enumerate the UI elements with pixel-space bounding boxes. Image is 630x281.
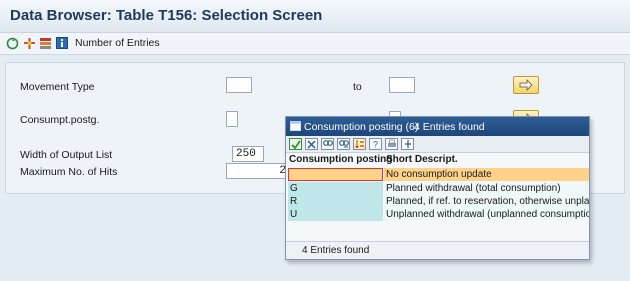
value-help-popup: Consumption posting (6) 4 Entries found …	[285, 116, 590, 260]
application-toolbar: Number of Entries	[0, 33, 630, 55]
window-icon	[290, 121, 301, 134]
width-of-output-list-label: Width of Output List	[20, 149, 113, 161]
number-of-entries-button[interactable]: Number of Entries	[75, 37, 160, 49]
selection-options-icon[interactable]	[39, 36, 52, 50]
code-cell	[288, 168, 383, 181]
find-next-icon[interactable]	[337, 138, 350, 150]
column-header-short-descript[interactable]: Short Descript.	[386, 154, 458, 167]
popup-entries-found: 4 Entries found	[414, 121, 485, 133]
description-cell: Planned withdrawal (total consumption)	[384, 182, 589, 195]
column-header-consumption-posting[interactable]: Consumption posting	[289, 154, 392, 167]
maximum-no-of-hits-label: Maximum No. of Hits	[20, 166, 118, 178]
arrow-right-icon	[519, 79, 533, 91]
description-cell: Unplanned withdrawal (unplanned consumpt…	[384, 208, 589, 221]
print-icon[interactable]	[385, 138, 398, 150]
popup-toolbar: ?	[286, 136, 589, 153]
svg-text:?: ?	[373, 140, 378, 150]
to-label: to	[353, 81, 362, 93]
help-icon[interactable]: ?	[369, 138, 382, 150]
find-icon[interactable]	[321, 138, 334, 150]
code-cell: U	[288, 208, 383, 221]
code-cell: G	[288, 182, 383, 195]
page-title: Data Browser: Table T156: Selection Scre…	[10, 7, 323, 24]
table-row[interactable]: R Planned, if ref. to reservation, other…	[288, 195, 589, 208]
consumpt-postg-input[interactable]	[226, 111, 238, 127]
tree-icon[interactable]	[401, 138, 414, 150]
popup-title-bar[interactable]: Consumption posting (6) 4 Entries found	[286, 117, 589, 136]
info-icon[interactable]	[55, 36, 68, 50]
movement-type-to-input[interactable]	[389, 77, 415, 93]
movement-type-from-input[interactable]	[226, 77, 252, 93]
checkmark-icon[interactable]	[289, 138, 302, 150]
width-of-output-list-input[interactable]: 250	[232, 146, 264, 162]
title-bar: Data Browser: Table T156: Selection Scre…	[0, 0, 630, 33]
description-cell: No consumption update	[384, 168, 589, 181]
popup-status-bar: 4 Entries found	[286, 241, 589, 259]
multiple-selection-button[interactable]	[513, 76, 539, 94]
consumpt-postg-label: Consumpt.postg.	[20, 114, 100, 126]
execute-icon[interactable]	[6, 36, 19, 50]
code-cell: R	[288, 195, 383, 208]
table-row[interactable]: No consumption update	[288, 168, 589, 181]
popup-title: Consumption posting (6)	[304, 121, 419, 133]
sort-icon[interactable]	[353, 138, 366, 150]
status-text: 4 Entries found	[302, 245, 370, 256]
movement-type-label: Movement Type	[20, 81, 95, 93]
maximum-no-of-hits-input[interactable]: 2	[226, 163, 290, 179]
table-row[interactable]: G Planned withdrawal (total consumption)	[288, 182, 589, 195]
table-row[interactable]: U Unplanned withdrawal (unplanned consum…	[288, 208, 589, 221]
fields-icon[interactable]	[23, 36, 36, 50]
cancel-icon[interactable]	[305, 138, 318, 150]
description-cell: Planned, if ref. to reservation, otherwi…	[384, 195, 589, 208]
